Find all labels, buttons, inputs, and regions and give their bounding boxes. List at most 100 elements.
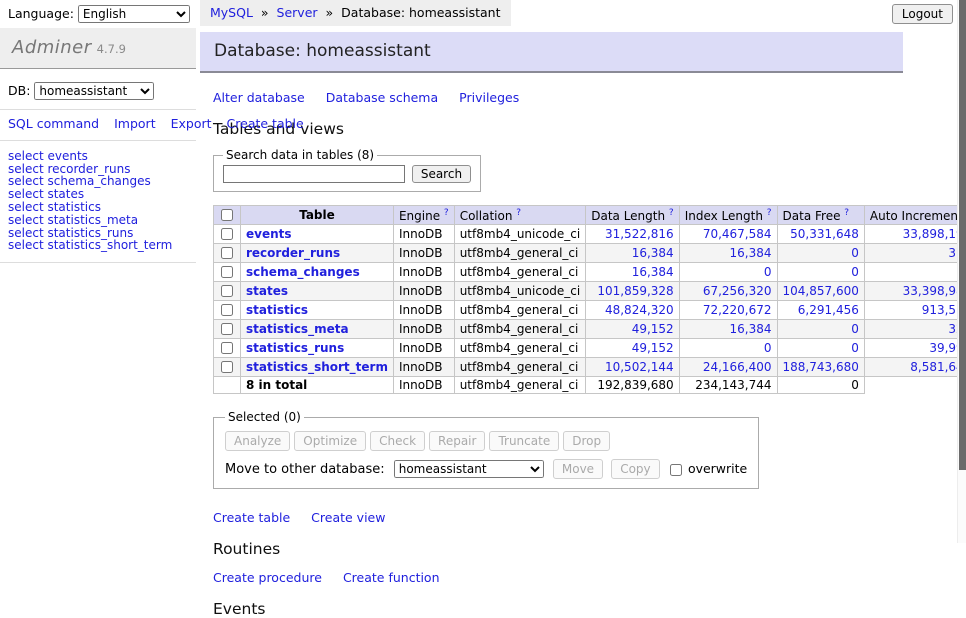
table-name-cell: recorder_runs [241,244,394,263]
bulk-action-button[interactable]: Drop [563,431,610,451]
data-free-link[interactable]: 0 [851,246,859,260]
move-database-select[interactable]: homeassistant [394,460,544,478]
collation-cell: utf8mb4_general_ci [454,320,586,339]
select-all-checkbox[interactable] [221,209,233,221]
db-selector-row: DB: homeassistant [0,69,196,109]
table-name-link[interactable]: recorder_runs [246,246,340,260]
index-length-link[interactable]: 0 [764,265,772,279]
row-checkbox[interactable] [221,361,233,373]
engine-cell: InnoDB [393,244,454,263]
database-action-link[interactable]: Alter database [213,90,305,105]
sidebar-action-link[interactable]: Export [171,116,212,131]
data-length-cell: 101,859,328 [586,282,679,301]
bulk-action-button[interactable]: Analyze [225,431,290,451]
column-help-link[interactable]: ? [767,208,772,218]
data-length-link[interactable]: 10,502,144 [605,360,674,374]
data-length-link[interactable]: 49,152 [632,341,674,355]
table-name-link[interactable]: statistics_meta [246,322,349,336]
bulk-action-button[interactable]: Optimize [294,431,366,451]
index-length-link[interactable]: 0 [764,341,772,355]
data-free-link[interactable]: 6,291,456 [798,303,859,317]
page-scrollbar[interactable] [957,0,966,543]
database-action-link[interactable]: Privileges [459,90,519,105]
create-links: Create table Create view [213,510,890,525]
data-length-link[interactable]: 101,859,328 [597,284,673,298]
row-checkbox[interactable] [221,285,233,297]
data-free-link[interactable]: 104,857,600 [783,284,859,298]
data-length-link[interactable]: 48,824,320 [605,303,674,317]
bulk-action-button[interactable]: Check [370,431,425,451]
collation-cell: utf8mb4_general_ci [454,244,586,263]
table-name-link[interactable]: statistics [246,303,308,317]
sidebar-table-link[interactable]: select events [8,150,188,163]
column-help-link[interactable]: ? [516,208,521,218]
table-row: events InnoDB utf8mb4_unicode_ci 31,522,… [214,225,966,244]
index-length-link[interactable]: 72,220,672 [703,303,772,317]
data-length-link[interactable]: 49,152 [632,322,674,336]
table-name-link[interactable]: statistics_runs [246,341,344,355]
row-checkbox[interactable] [221,228,233,240]
index-length-link[interactable]: 67,256,320 [703,284,772,298]
data-length-link[interactable]: 16,384 [632,265,674,279]
sidebar-action-link[interactable]: Import [114,116,156,131]
copy-button[interactable]: Copy [611,459,659,479]
sidebar-table-link[interactable]: select statistics [8,201,188,214]
table-name-link[interactable]: events [246,227,292,241]
app-version[interactable]: 4.7.9 [97,42,126,56]
table-name-link[interactable]: statistics_short_term [246,360,388,374]
table-name-link[interactable]: schema_changes [246,265,360,279]
main-content: MySQL » Server » Database: homeassistant… [200,0,903,618]
language-row: Language: English [8,5,190,23]
index-length-cell: 16,384 [679,320,777,339]
index-length-cell: 72,220,672 [679,301,777,320]
move-button[interactable]: Move [553,459,603,479]
row-checkbox[interactable] [221,266,233,278]
row-checkbox[interactable] [221,247,233,259]
engine-cell: InnoDB [393,225,454,244]
column-header: Index Length ? [679,206,777,225]
database-action-link[interactable]: Database schema [326,90,438,105]
row-checkbox[interactable] [221,323,233,335]
index-length-link[interactable]: 24,166,400 [703,360,772,374]
row-checkbox[interactable] [221,304,233,316]
create-link[interactable]: Create view [311,510,385,525]
data-free-link[interactable]: 0 [851,322,859,336]
index-length-link[interactable]: 16,384 [730,322,772,336]
language-select[interactable]: English [78,5,190,23]
data-length-link[interactable]: 31,522,816 [605,227,674,241]
search-input[interactable] [223,165,405,183]
scrollbar-thumb[interactable] [959,0,966,470]
auto-increment-cell: 33,398,984 [864,282,966,301]
logout-button[interactable]: Logout [892,4,953,24]
table-name-link[interactable]: states [246,284,288,298]
breadcrumb-server-link[interactable]: Server [277,5,318,20]
column-help-link[interactable]: ? [669,208,674,218]
data-length-link[interactable]: 16,384 [632,246,674,260]
column-header: Collation ? [454,206,586,225]
column-help-link[interactable]: ? [444,208,449,218]
index-length-link[interactable]: 70,467,584 [703,227,772,241]
breadcrumb-mysql-link[interactable]: MySQL [210,5,253,20]
column-help-link[interactable]: ? [844,208,849,218]
data-free-link[interactable]: 0 [851,341,859,355]
create-link[interactable]: Create table [213,510,290,525]
routine-link[interactable]: Create function [343,570,440,585]
table-name-cell: statistics [241,301,394,320]
bulk-action-button[interactable]: Truncate [489,431,559,451]
index-length-link[interactable]: 16,384 [730,246,772,260]
sidebar-table-link[interactable]: select statistics_meta [8,214,188,227]
data-free-cell: 0 [777,320,864,339]
data-free-link[interactable]: 188,743,680 [783,360,859,374]
sidebar-action-link[interactable]: SQL command [8,116,99,131]
bulk-action-button[interactable]: Repair [429,431,485,451]
db-select[interactable]: homeassistant [34,82,154,100]
data-free-link[interactable]: 0 [851,265,859,279]
search-button[interactable]: Search [412,165,471,183]
sidebar-action-link[interactable]: Create table [227,116,304,131]
data-free-link[interactable]: 50,331,648 [790,227,859,241]
row-checkbox[interactable] [221,342,233,354]
data-length-cell: 49,152 [586,320,679,339]
routine-link[interactable]: Create procedure [213,570,322,585]
overwrite-checkbox[interactable] [670,464,682,476]
sidebar-table-link[interactable]: select statistics_short_term [8,239,188,252]
